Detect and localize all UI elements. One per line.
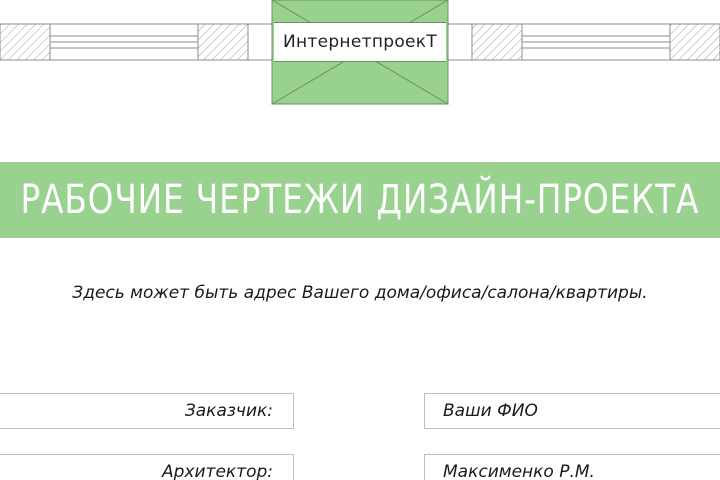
document-title: РАБОЧИЕ ЧЕРТЕЖИ ДИЗАЙН-ПРОЕКТА xyxy=(20,177,700,223)
title-page: ИнтернетпроекТ РАБОЧИЕ ЧЕРТЕЖИ ДИЗАЙН-ПР… xyxy=(0,0,720,480)
logo-text: ИнтернетпроекТ xyxy=(274,22,446,62)
client-value: Ваши ФИО xyxy=(424,393,720,429)
right-wall xyxy=(448,23,720,61)
left-wall xyxy=(0,23,272,61)
architect-label: Архитектор: xyxy=(0,454,294,480)
address-text: Здесь может быть адрес Вашего дома/офиса… xyxy=(72,283,648,303)
architect-value: Максименко Р.М. xyxy=(424,454,720,480)
title-banner: РАБОЧИЕ ЧЕРТЕЖИ ДИЗАЙН-ПРОЕКТА xyxy=(0,162,720,238)
client-label: Заказчик: xyxy=(0,393,294,429)
